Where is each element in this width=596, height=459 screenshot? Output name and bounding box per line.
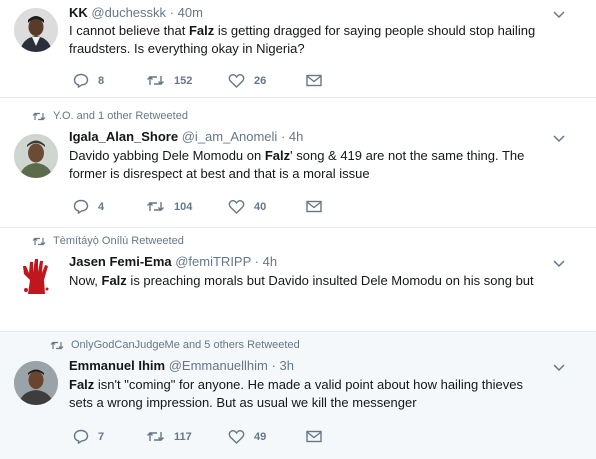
retweet-button[interactable]: 117 (146, 430, 228, 443)
message-button[interactable] (306, 200, 322, 213)
like-count: 26 (254, 74, 267, 87)
timestamp[interactable]: 40m (178, 5, 203, 20)
retweeted-by-label[interactable]: OnlyGodCanJudgeMe and 5 others Retweeted (71, 339, 300, 351)
tweet-2[interactable]: Y.O. and 1 other Retweeted Igala_Alan_Sh… (0, 98, 596, 227)
heart-icon (228, 430, 245, 444)
retweet-button[interactable]: 104 (146, 200, 228, 213)
keyword-highlight: Falz (69, 377, 95, 392)
timestamp[interactable]: 4h (289, 129, 303, 144)
tweet-actions: 8 152 26 (73, 73, 322, 88)
avatar[interactable] (14, 134, 58, 178)
tweet-1[interactable]: KK @duchesskk · 40m I cannot believe tha… (0, 0, 596, 97)
retweet-icon (50, 341, 64, 349)
user-handle[interactable]: @femiTRIPP (175, 254, 251, 269)
tweet-text: Falz isn't "coming" for anyone. He made … (69, 377, 523, 410)
like-button[interactable]: 49 (228, 429, 306, 444)
tweet-text: Now, Falz is preaching morals but Davido… (69, 273, 534, 288)
retweet-context: Tèmítáyọ̀ Onílù Retweeted (32, 235, 184, 247)
retweet-count: 117 (174, 430, 192, 443)
timestamp[interactable]: 4h (263, 254, 277, 269)
retweet-count: 104 (174, 200, 193, 213)
reply-count: 4 (98, 200, 105, 213)
retweet-button[interactable]: 152 (146, 74, 228, 87)
envelope-icon (306, 430, 322, 443)
display-name[interactable]: Emmanuel Ihim (69, 358, 165, 373)
retweet-icon (32, 112, 46, 120)
retweet-icon (147, 202, 164, 211)
chevron-down-icon[interactable] (553, 260, 565, 268)
chevron-down-icon[interactable] (553, 135, 565, 143)
retweeted-by-label[interactable]: Y.O. and 1 other Retweeted (53, 110, 188, 122)
reply-count: 7 (98, 430, 105, 443)
tweet-text: I cannot believe that Falz is getting dr… (69, 23, 536, 56)
like-count: 40 (254, 200, 267, 213)
reply-icon (73, 199, 89, 214)
retweet-icon (32, 237, 46, 245)
avatar[interactable] (14, 8, 58, 52)
keyword-highlight: Falz (101, 273, 127, 288)
message-button[interactable] (306, 74, 322, 87)
keyword-highlight: Falz (264, 148, 291, 163)
tweet-header: KK @duchesskk · 40m (69, 5, 203, 20)
tweet-actions: 4 104 40 (73, 199, 322, 214)
display-name[interactable]: Jasen Femi-Ema (69, 254, 172, 269)
envelope-icon (306, 74, 322, 87)
envelope-icon (306, 200, 322, 213)
chevron-down-icon[interactable] (553, 11, 565, 19)
tweet-4[interactable]: OnlyGodCanJudgeMe and 5 others Retweeted… (0, 332, 596, 459)
reply-icon (73, 73, 89, 88)
reply-button[interactable]: 4 (73, 199, 146, 214)
chevron-down-icon[interactable] (553, 364, 565, 372)
reply-icon (73, 429, 89, 444)
separator-dot: · (254, 254, 260, 269)
avatar[interactable] (14, 254, 58, 298)
retweet-context: Y.O. and 1 other Retweeted (32, 110, 188, 122)
display-name[interactable]: Igala_Alan_Shore (69, 129, 178, 144)
tweet-header: Igala_Alan_Shore @i_am_Anomeli · 4h (69, 129, 303, 144)
retweet-icon (147, 76, 164, 85)
like-button[interactable]: 40 (228, 199, 306, 214)
heart-icon (228, 200, 245, 214)
user-handle[interactable]: @Emmanuellhim (169, 358, 268, 373)
message-button[interactable] (306, 430, 322, 443)
separator-dot: · (271, 358, 276, 373)
tweet-header: Jasen Femi-Ema @femiTRIPP · 4h (69, 254, 277, 269)
like-button[interactable]: 26 (228, 73, 306, 88)
timestamp[interactable]: 3h (279, 358, 293, 373)
like-count: 49 (254, 430, 267, 443)
reply-button[interactable]: 7 (73, 429, 146, 444)
avatar[interactable] (14, 361, 58, 405)
retweet-icon (147, 432, 164, 441)
keyword-highlight: Falz (188, 23, 215, 38)
user-handle[interactable]: @duchesskk (91, 5, 166, 20)
tweet-header: Emmanuel Ihim @Emmanuellhim · 3h (69, 358, 294, 373)
heart-icon (228, 74, 245, 88)
retweet-count: 152 (174, 74, 193, 87)
retweeted-by-label[interactable]: Tèmítáyọ̀ Onílù Retweeted (53, 235, 184, 247)
reply-count: 8 (98, 74, 105, 87)
tweet-text: Davido yabbing Dele Momodu on Falz' song… (69, 148, 525, 181)
tweet-3[interactable]: Tèmítáyọ̀ Onílù Retweeted Jasen Femi-Ema… (0, 228, 596, 331)
retweet-context: OnlyGodCanJudgeMe and 5 others Retweeted (50, 339, 300, 351)
reply-button[interactable]: 8 (73, 73, 146, 88)
separator-dot: · (280, 129, 286, 144)
tweet-actions: 7 117 49 (73, 429, 322, 444)
user-handle[interactable]: @i_am_Anomeli (182, 129, 278, 144)
display-name[interactable]: KK (69, 5, 88, 20)
separator-dot: · (169, 5, 174, 20)
